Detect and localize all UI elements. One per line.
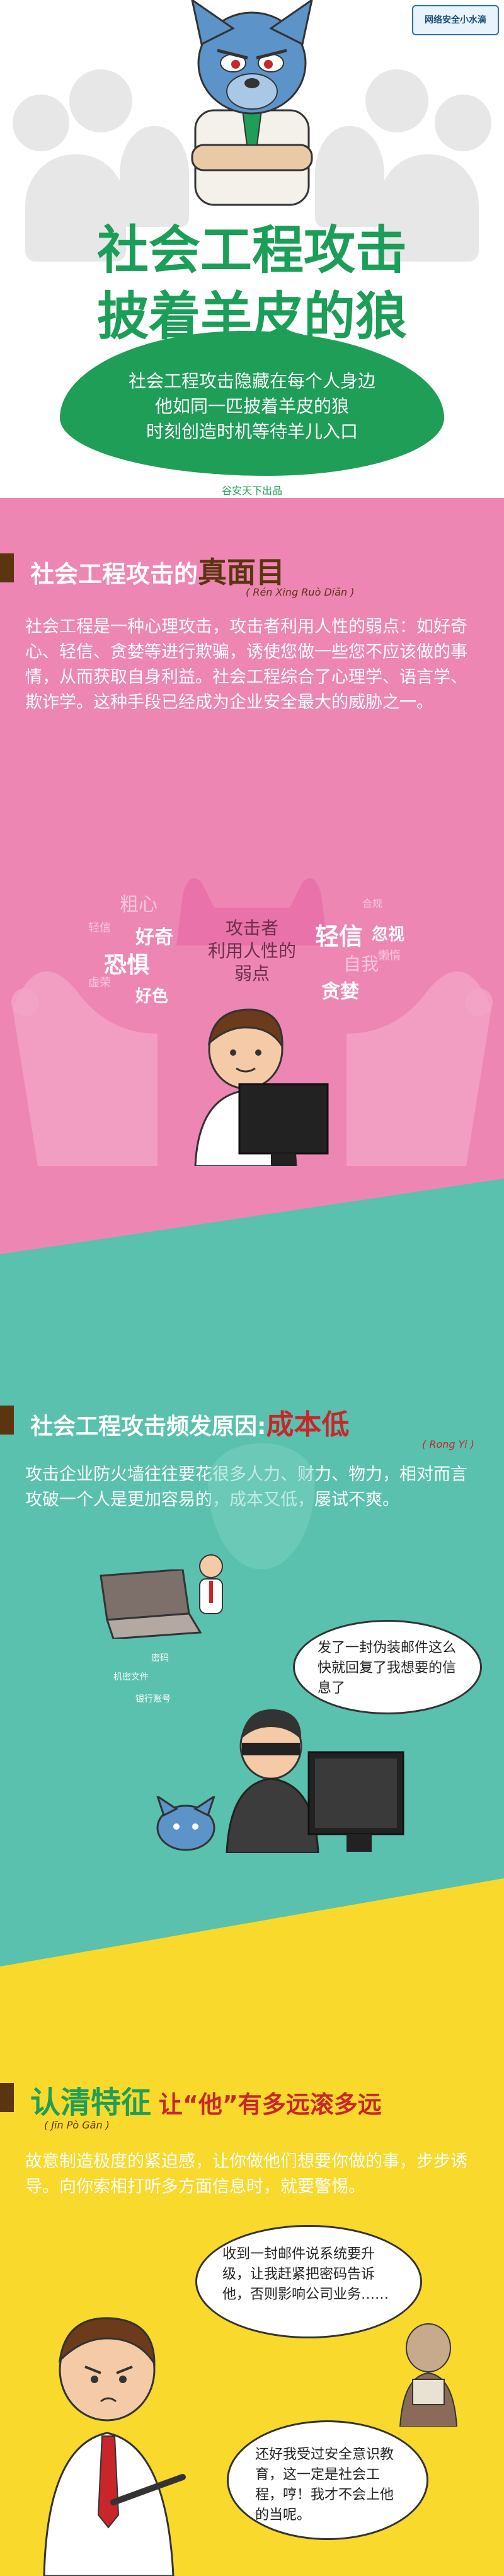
heading-pinyin: ( Rong Yi ) — [422, 1438, 474, 1450]
heading-highlight: 真面目 — [198, 555, 285, 589]
office-worker-illustration — [194, 1008, 329, 1166]
leak-label-password: 密码 — [151, 1653, 169, 1663]
heading-bar — [0, 1406, 14, 1435]
diagonal-divider — [0, 1872, 504, 1967]
section-heading: 社会工程攻击的真面目 — [30, 550, 285, 591]
heading-bar — [0, 2083, 14, 2112]
weakness-word: 虚荣 — [88, 976, 111, 990]
weakness-word: 贪婪 — [321, 981, 359, 1003]
wolf-character — [191, 0, 313, 206]
speech-bubble: 还好我受过安全意识教育，这一定是社会工程，哼！我才不会上他的当呢。 — [227, 2420, 428, 2540]
weakness-word: 好色 — [135, 987, 169, 1006]
intro-line-1: 社会工程攻击隐藏在每个人身边 — [128, 371, 375, 391]
heading-prefix: 社会工程攻击频发原因: — [30, 1414, 266, 1440]
heading-pinyin: ( Jīn Pò Gān ) — [44, 2119, 110, 2131]
victim-figure — [199, 1554, 223, 1614]
hero-section: 网络安全小水滴 社会工程攻击 披着羊皮的狼 社会工程攻击隐藏在每个人身边 他如同… — [0, 0, 504, 498]
weakness-word: 合规 — [362, 898, 383, 910]
brand-badge: 网络安全小水滴 — [412, 5, 499, 35]
heading-highlight: 成本低 — [266, 1409, 350, 1441]
employee-illustration — [43, 2317, 186, 2576]
section-paragraph: 社会工程是一种心理攻击，攻击者利用人性的弱点：如好奇心、轻信、贪婪等进行欺骗，诱… — [25, 617, 467, 712]
credit-text: 谷安天下出品 — [221, 485, 282, 497]
leak-label-files: 机密文件 — [113, 1672, 149, 1682]
weakness-word: 忽视 — [372, 925, 405, 944]
diagonal-divider — [0, 1166, 504, 1254]
heading-pinyin: ( Rén Xing Ruò Diǎn ) — [246, 586, 355, 598]
bubble-text: 收到一封邮件说系统要升级，让我赶紧把密码告诉他，否则影响公司业务…… — [222, 2246, 389, 2302]
intro-line-2: 他如同一匹披着羊皮的狼 — [154, 396, 349, 417]
bubble-text: 发了一封伪装邮件这么快就回复了我想要的信息了 — [318, 1640, 457, 1696]
heading-suffix: 让“他”有多远滚多远 — [158, 2091, 382, 2118]
crowd-silhouette — [13, 95, 69, 151]
section-heading: 认清特征 让“他”有多远滚多远 — [30, 2077, 382, 2122]
crowd-silhouette — [435, 95, 491, 151]
hacker-illustration — [226, 1709, 404, 1853]
intro-line-3: 时刻创造时机等待羊儿入口 — [146, 421, 358, 442]
heading-bar — [0, 553, 14, 582]
truth-section: 社会工程攻击的真面目 ( Rén Xing Ruò Diǎn ) 社会工程是一种… — [0, 498, 504, 1166]
cost-section: 社会工程攻击频发原因:成本低 ( Rong Yi ) 攻击企业防火墙往往要花很多… — [0, 1166, 504, 1872]
center-label: 攻击者 利用人性的 弱点 — [207, 918, 296, 984]
weakness-word: 轻信 — [88, 921, 111, 935]
hiding-hacker-illustration — [399, 2323, 458, 2427]
weakness-word: 懒惰 — [378, 949, 401, 962]
bubble-text: 还好我受过安全意识教育，这一定是社会工程，哼！我才不会上他的当呢。 — [255, 2447, 394, 2523]
section-paragraph: 故意制造极度的紧迫感，让你做他们想要你做的事，步步诱导。向你索相打听多方面信息时… — [25, 2152, 467, 2197]
crowd-silhouette — [69, 69, 132, 132]
wolf-head-icon — [156, 1796, 215, 1851]
weakness-word: 好奇 — [135, 927, 173, 949]
weakness-word: 轻信 — [315, 923, 364, 950]
heading-highlight: 认清特征 — [30, 2085, 152, 2120]
page-title-line1: 社会工程攻击 — [96, 221, 407, 280]
weakness-word: 自我 — [343, 954, 379, 974]
identify-section: 认清特征 让“他”有多远滚多远 ( Jīn Pò Gān ) 故意制造极度的紧迫… — [0, 1872, 504, 2576]
weakness-word: 粗心 — [120, 894, 158, 916]
section-heading: 社会工程攻击频发原因:成本低 — [30, 1402, 349, 1442]
heading-prefix: 社会工程攻击的 — [30, 560, 198, 588]
speech-bubble: 发了一封伪装邮件这么快就回复了我想要的信息了 — [293, 1620, 482, 1714]
crowd-silhouette — [365, 69, 428, 132]
leak-label-bank: 银行账号 — [135, 1694, 171, 1704]
